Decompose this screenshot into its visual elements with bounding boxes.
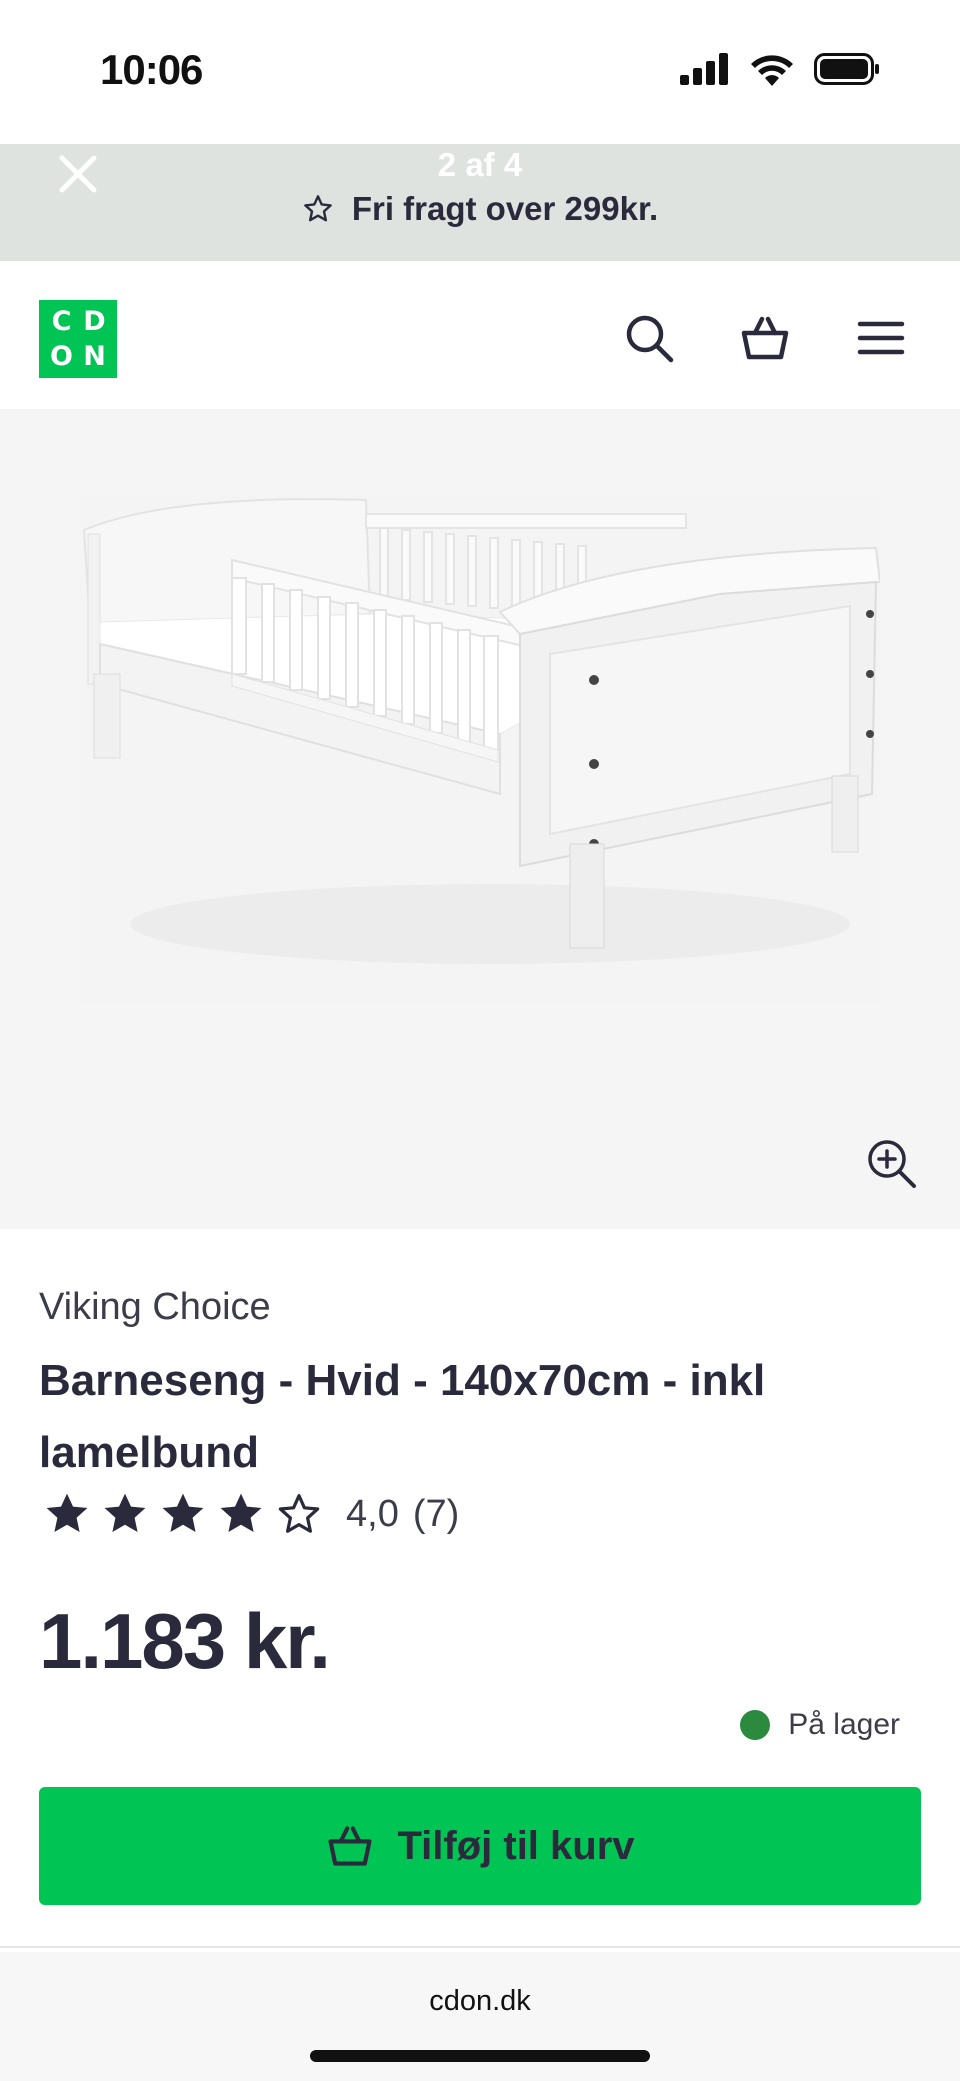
promo-message: Fri fragt over 299kr. <box>0 190 960 228</box>
promo-counter: 2 af 4 <box>437 146 523 183</box>
status-icons <box>680 52 880 86</box>
basket-icon <box>328 1826 372 1866</box>
battery-icon <box>814 53 879 85</box>
logo-letter: O <box>50 341 73 372</box>
cdon-logo[interactable]: C D O N <box>39 300 117 378</box>
product-image-gallery[interactable] <box>0 409 960 1229</box>
star-outline-icon <box>278 1494 320 1533</box>
product-image <box>80 494 880 1004</box>
promo-text: Fri fragt over 299kr. <box>351 190 659 227</box>
product-title: Barneseng - Hvid - 140x70cm - inkl lamel… <box>39 1356 766 1477</box>
product-page: 10:06 2 af 4 Fri fragt over 299kr. C D O… <box>0 0 960 2081</box>
home-indicator[interactable] <box>310 2050 650 2062</box>
menu-icon[interactable] <box>854 311 908 365</box>
divider <box>0 1946 960 1948</box>
cellular-signal-icon <box>680 53 728 85</box>
star-filled-icon <box>162 1493 204 1532</box>
star-outline-icon <box>303 195 332 222</box>
stock-text: På lager <box>788 1708 900 1741</box>
in-stock-indicator-icon <box>740 1710 771 1740</box>
status-bar: 10:06 <box>0 0 960 144</box>
product-price: 1.183 kr. <box>39 1597 331 1685</box>
logo-letter: D <box>83 306 106 337</box>
star-filled-icon <box>104 1493 146 1532</box>
zoom-in-icon[interactable] <box>864 1136 920 1192</box>
logo-letter: N <box>83 341 106 372</box>
basket-icon[interactable] <box>738 311 792 365</box>
product-brand[interactable]: Viking Choice <box>39 1286 271 1329</box>
review-count: (7) <box>412 1492 460 1535</box>
address-bar[interactable]: cdon.dk <box>0 1985 960 2018</box>
add-to-cart-label: Tilføj til kurv <box>397 1823 635 1868</box>
search-icon[interactable] <box>622 311 676 365</box>
add-to-cart-button[interactable]: Tilføj til kurv <box>39 1787 921 1905</box>
wifi-icon <box>751 55 793 86</box>
logo-letter: C <box>51 306 72 337</box>
product-rating[interactable]: 4,0 (7) <box>42 1490 459 1538</box>
star-filled-icon <box>220 1493 262 1532</box>
status-time: 10:06 <box>100 46 203 93</box>
stock-status: På lager <box>740 1708 900 1742</box>
star-filled-icon <box>46 1493 88 1532</box>
rating-value: 4,0 <box>346 1492 399 1535</box>
site-header: C D O N <box>0 261 960 409</box>
